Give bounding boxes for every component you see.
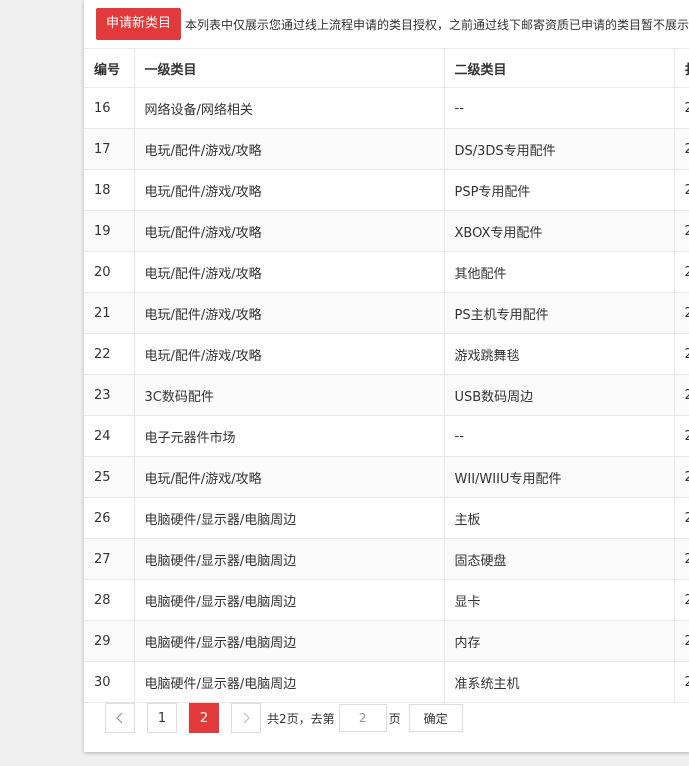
cell-category-level1: 电脑硬件/显示器/电脑周边 bbox=[134, 579, 445, 621]
table-row: 30电脑硬件/显示器/电脑周边准系统主机2 bbox=[84, 661, 689, 703]
cell-extra: 2 bbox=[674, 456, 689, 498]
notice-text: 本列表中仅展示您通过线上流程申请的类目授权，之前通过线下邮寄资质已申请的类目暂不… bbox=[185, 17, 689, 32]
header-category-level1: 一级类目 bbox=[134, 48, 445, 88]
cell-category-level1: 电脑硬件/显示器/电脑周边 bbox=[134, 661, 445, 703]
table-row: 21电玩/配件/游戏/攻略PS主机专用配件2 bbox=[84, 292, 689, 334]
cell-extra: 2 bbox=[674, 538, 689, 580]
table-row: 17电玩/配件/游戏/攻略DS/3DS专用配件2 bbox=[84, 128, 689, 170]
page-button-2[interactable]: 2 bbox=[189, 703, 219, 733]
cell-category-level1: 电玩/配件/游戏/攻略 bbox=[134, 456, 445, 498]
cell-category-level1: 网络设备/网络相关 bbox=[134, 87, 445, 129]
cell-id: 20 bbox=[84, 251, 135, 293]
cell-id: 18 bbox=[84, 169, 135, 211]
cell-id: 16 bbox=[84, 87, 135, 129]
cell-id: 29 bbox=[84, 620, 135, 662]
chevron-left-icon bbox=[116, 712, 123, 724]
table-row: 16网络设备/网络相关--2 bbox=[84, 87, 689, 129]
table-row: 20电玩/配件/游戏/攻略其他配件2 bbox=[84, 251, 689, 293]
category-table: 编号 一级类目 二级类目 扌 16网络设备/网络相关--217电玩/配件/游戏/… bbox=[84, 48, 689, 703]
cell-extra: 2 bbox=[674, 128, 689, 170]
cell-category-level2: 游戏跳舞毯 bbox=[444, 333, 675, 375]
next-page-button[interactable] bbox=[231, 703, 261, 733]
cell-category-level1: 电脑硬件/显示器/电脑周边 bbox=[134, 497, 445, 539]
cell-category-level1: 电玩/配件/游戏/攻略 bbox=[134, 210, 445, 252]
cell-extra: 2 bbox=[674, 87, 689, 129]
cell-category-level1: 电玩/配件/游戏/攻略 bbox=[134, 333, 445, 375]
header-id: 编号 bbox=[84, 48, 135, 88]
table-row: 25电玩/配件/游戏/攻略WII/WIIU专用配件2 bbox=[84, 456, 689, 498]
cell-id: 22 bbox=[84, 333, 135, 375]
table-row: 26电脑硬件/显示器/电脑周边主板2 bbox=[84, 497, 689, 539]
prev-page-button[interactable] bbox=[105, 703, 135, 733]
category-panel: 申请新类目 本列表中仅展示您通过线上流程申请的类目授权，之前通过线下邮寄资质已申… bbox=[84, 0, 689, 752]
apply-new-category-button[interactable]: 申请新类目 bbox=[96, 8, 182, 40]
pagination: 1 2 共2页，去第 页 确定 bbox=[105, 703, 463, 733]
chevron-right-icon bbox=[243, 712, 250, 724]
cell-extra: 2 bbox=[674, 251, 689, 293]
page-suffix-text: 页 bbox=[388, 711, 401, 726]
cell-category-level2: -- bbox=[444, 415, 675, 457]
cell-extra: 2 bbox=[674, 620, 689, 662]
cell-category-level1: 电脑硬件/显示器/电脑周边 bbox=[134, 620, 445, 662]
cell-id: 27 bbox=[84, 538, 135, 580]
cell-category-level2: PS主机专用配件 bbox=[444, 292, 675, 334]
cell-extra: 2 bbox=[674, 415, 689, 457]
cell-category-level2: 内存 bbox=[444, 620, 675, 662]
table-row: 233C数码配件USB数码周边2 bbox=[84, 374, 689, 416]
cell-extra: 2 bbox=[674, 333, 689, 375]
cell-category-level1: 电脑硬件/显示器/电脑周边 bbox=[134, 538, 445, 580]
cell-category-level1: 电玩/配件/游戏/攻略 bbox=[134, 128, 445, 170]
cell-category-level1: 电玩/配件/游戏/攻略 bbox=[134, 169, 445, 211]
cell-id: 30 bbox=[84, 661, 135, 703]
cell-id: 19 bbox=[84, 210, 135, 252]
cell-category-level1: 电玩/配件/游戏/攻略 bbox=[134, 292, 445, 334]
table-row: 28电脑硬件/显示器/电脑周边显卡2 bbox=[84, 579, 689, 621]
cell-id: 23 bbox=[84, 374, 135, 416]
header-category-level2: 二级类目 bbox=[444, 48, 675, 88]
cell-extra: 2 bbox=[674, 210, 689, 252]
cell-category-level2: DS/3DS专用配件 bbox=[444, 128, 675, 170]
table-row: 29电脑硬件/显示器/电脑周边内存2 bbox=[84, 620, 689, 662]
page-button-1[interactable]: 1 bbox=[147, 703, 177, 733]
cell-extra: 2 bbox=[674, 169, 689, 211]
cell-id: 17 bbox=[84, 128, 135, 170]
cell-category-level1: 3C数码配件 bbox=[134, 374, 445, 416]
cell-extra: 2 bbox=[674, 579, 689, 621]
cell-category-level2: 准系统主机 bbox=[444, 661, 675, 703]
cell-extra: 2 bbox=[674, 292, 689, 334]
cell-extra: 2 bbox=[674, 374, 689, 416]
cell-category-level2: WII/WIIU专用配件 bbox=[444, 456, 675, 498]
cell-category-level1: 电子元器件市场 bbox=[134, 415, 445, 457]
cell-id: 26 bbox=[84, 497, 135, 539]
table-row: 18电玩/配件/游戏/攻略PSP专用配件2 bbox=[84, 169, 689, 211]
toolbar: 申请新类目 本列表中仅展示您通过线上流程申请的类目授权，之前通过线下邮寄资质已申… bbox=[84, 0, 689, 48]
confirm-page-button[interactable]: 确定 bbox=[408, 704, 463, 732]
cell-id: 24 bbox=[84, 415, 135, 457]
cell-category-level2: PSP专用配件 bbox=[444, 169, 675, 211]
cell-category-level2: -- bbox=[444, 87, 675, 129]
cell-category-level2: 显卡 bbox=[444, 579, 675, 621]
cell-category-level2: 主板 bbox=[444, 497, 675, 539]
table-row: 27电脑硬件/显示器/电脑周边固态硬盘2 bbox=[84, 538, 689, 580]
cell-extra: 2 bbox=[674, 497, 689, 539]
cell-category-level2: 其他配件 bbox=[444, 251, 675, 293]
cell-id: 28 bbox=[84, 579, 135, 621]
cell-category-level2: USB数码周边 bbox=[444, 374, 675, 416]
cell-category-level1: 电玩/配件/游戏/攻略 bbox=[134, 251, 445, 293]
total-pages-text: 共2页，去第 bbox=[267, 711, 335, 726]
cell-id: 25 bbox=[84, 456, 135, 498]
table-header-row: 编号 一级类目 二级类目 扌 bbox=[84, 48, 689, 88]
cell-category-level2: 固态硬盘 bbox=[444, 538, 675, 580]
cell-id: 21 bbox=[84, 292, 135, 334]
header-extra: 扌 bbox=[674, 48, 689, 88]
page-number-input[interactable] bbox=[338, 704, 387, 732]
cell-category-level2: XBOX专用配件 bbox=[444, 210, 675, 252]
table-row: 22电玩/配件/游戏/攻略游戏跳舞毯2 bbox=[84, 333, 689, 375]
table-row: 24电子元器件市场--2 bbox=[84, 415, 689, 457]
table-row: 19电玩/配件/游戏/攻略XBOX专用配件2 bbox=[84, 210, 689, 252]
cell-extra: 2 bbox=[674, 661, 689, 703]
